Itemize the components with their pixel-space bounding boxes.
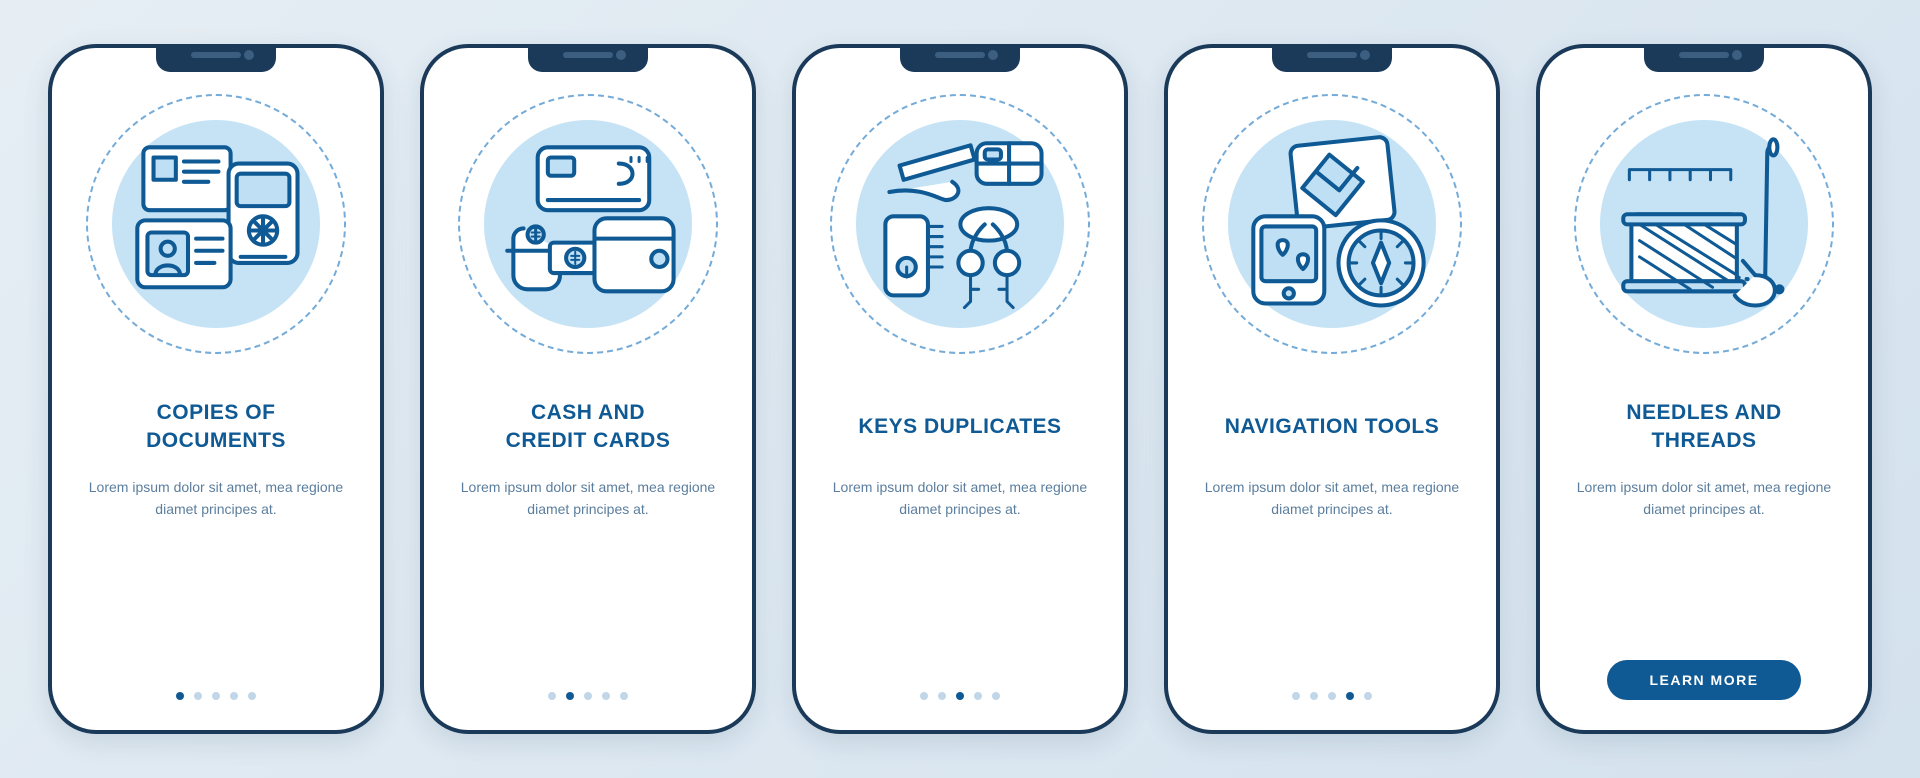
keys-icon [830,94,1090,354]
pagination-dot[interactable] [194,692,202,700]
learn-more-button[interactable]: LEARN MORE [1607,660,1800,700]
onboarding-card: KEYS DUPLICATES Lorem ipsum dolor sit am… [792,44,1128,734]
pagination-dot[interactable] [548,692,556,700]
pagination-dots [1292,692,1372,710]
pagination-dot[interactable] [620,692,628,700]
cash-icon [458,94,718,354]
speaker-slot [191,52,241,58]
pagination-dot[interactable] [248,692,256,700]
card-title: COPIES OF DOCUMENTS [146,398,286,456]
camera-dot [616,50,626,60]
speaker-slot [1679,52,1729,58]
onboarding-card: COPIES OF DOCUMENTS Lorem ipsum dolor si… [48,44,384,734]
speaker-slot [1307,52,1357,58]
card-title: CASH AND CREDIT CARDS [506,398,671,456]
pagination-dots [548,692,628,710]
pagination-dots [920,692,1000,710]
pagination-dot[interactable] [566,692,574,700]
pagination-dot[interactable] [602,692,610,700]
pagination-dot[interactable] [1364,692,1372,700]
card-title: KEYS DUPLICATES [858,398,1061,456]
pagination-dot[interactable] [920,692,928,700]
camera-dot [244,50,254,60]
card-description: Lorem ipsum dolor sit amet, mea regione … [1556,476,1852,521]
docs-icon [86,94,346,354]
illustration [1202,94,1462,354]
camera-dot [1360,50,1370,60]
onboarding-card: NAVIGATION TOOLS Lorem ipsum dolor sit a… [1164,44,1500,734]
nav-icon [1202,94,1462,354]
card-description: Lorem ipsum dolor sit amet, mea regione … [440,476,736,521]
sew-icon [1574,94,1834,354]
card-description: Lorem ipsum dolor sit amet, mea regione … [68,476,364,521]
speaker-slot [563,52,613,58]
phone-notch [528,44,648,72]
pagination-dot[interactable] [1310,692,1318,700]
pagination-dot[interactable] [974,692,982,700]
onboarding-card: CASH AND CREDIT CARDS Lorem ipsum dolor … [420,44,756,734]
card-description: Lorem ipsum dolor sit amet, mea regione … [812,476,1108,521]
phone-notch [900,44,1020,72]
illustration [1574,94,1834,354]
card-description: Lorem ipsum dolor sit amet, mea regione … [1184,476,1480,521]
pagination-dot[interactable] [992,692,1000,700]
illustration [86,94,346,354]
card-title: NAVIGATION TOOLS [1225,398,1440,456]
onboarding-card: NEEDLES AND THREADS Lorem ipsum dolor si… [1536,44,1872,734]
pagination-dot[interactable] [230,692,238,700]
pagination-dot[interactable] [938,692,946,700]
illustration [830,94,1090,354]
pagination-dot[interactable] [1292,692,1300,700]
onboarding-row: COPIES OF DOCUMENTS Lorem ipsum dolor si… [48,44,1872,734]
phone-notch [156,44,276,72]
pagination-dots [176,692,256,710]
pagination-dot[interactable] [956,692,964,700]
speaker-slot [935,52,985,58]
camera-dot [988,50,998,60]
pagination-dot[interactable] [1328,692,1336,700]
camera-dot [1732,50,1742,60]
pagination-dot[interactable] [212,692,220,700]
pagination-dot[interactable] [1346,692,1354,700]
illustration [458,94,718,354]
phone-notch [1272,44,1392,72]
pagination-dot[interactable] [584,692,592,700]
card-title: NEEDLES AND THREADS [1626,398,1781,456]
pagination-dot[interactable] [176,692,184,700]
phone-notch [1644,44,1764,72]
